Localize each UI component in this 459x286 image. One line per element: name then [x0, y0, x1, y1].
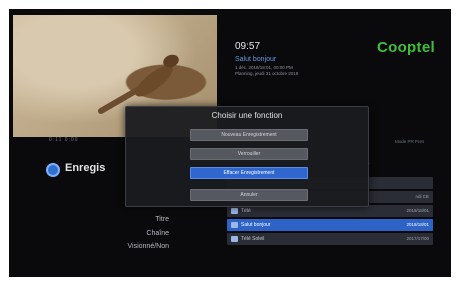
tv-screen: 0:11 0:00 09:57 Cooptel Salut bonjour 1 …: [9, 9, 451, 277]
program-details: 1 déc. 2018/18:01, 00:00 PM: [235, 65, 293, 70]
recording-icon: [231, 208, 238, 214]
dialog-title: Choisir une fonction: [211, 111, 283, 120]
recording-date: 2018/18/01: [406, 208, 429, 213]
clock: 09:57: [235, 41, 261, 52]
lock-button[interactable]: Verrouiller: [190, 148, 308, 160]
function-dialog: Choisir une fonction Nouveau Enregistrem…: [125, 106, 369, 207]
field-label-watched: Visionné/Non: [127, 243, 169, 250]
new-recording-button[interactable]: Nouveau Enregistrement: [190, 129, 308, 141]
program-title: Salut bonjour: [235, 56, 277, 63]
recordings-icon: [46, 163, 60, 177]
recording-row[interactable]: Télé Soleil 2017/17/00: [227, 233, 433, 245]
recording-date: 2018/18/01: [406, 222, 429, 227]
recording-name: Salut bonjour: [241, 222, 271, 228]
field-label-channel: Chaîne: [146, 230, 169, 237]
field-label-title: Titre: [155, 216, 169, 223]
recording-name: Télé: [241, 208, 251, 214]
recordings-heading: Enregis: [65, 162, 106, 174]
preview-meta: 0:11 0:00: [49, 137, 79, 143]
recording-name: Télé Soleil: [241, 236, 265, 242]
recording-icon: [231, 236, 238, 242]
brand-logo: Cooptel: [377, 39, 435, 56]
recording-date: ndi CE: [415, 194, 429, 199]
program-schedule: Planning, jeudi 31 octobre 2019: [235, 71, 299, 76]
recording-icon: [231, 222, 238, 228]
recording-date: 2017/17/00: [406, 236, 429, 241]
recording-row-selected[interactable]: Salut bonjour 2018/18/01: [227, 219, 433, 231]
cancel-button[interactable]: Annuler: [190, 189, 308, 201]
delete-recording-button[interactable]: Effacer Enregistrement: [190, 167, 308, 179]
mode-hint: Mode PR Pres: [395, 139, 425, 144]
